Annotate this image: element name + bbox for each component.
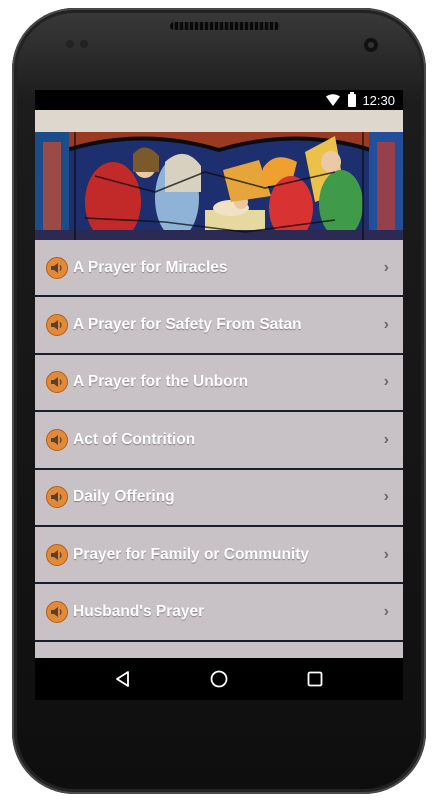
screen: 12:30 A Prayer for Miracles › A Prayer f… — [35, 90, 403, 700]
prayer-title: Prayer for Family or Community — [73, 545, 310, 563]
stained-glass-image — [35, 132, 403, 240]
list-item[interactable]: Act of Contrition › — [35, 412, 403, 470]
speaker-icon[interactable] — [46, 371, 68, 394]
prayer-title: A Prayer for the Unborn — [73, 373, 249, 391]
prayer-title: Act of Contrition — [73, 430, 196, 448]
list-item[interactable]: A Prayer for the Unborn › — [35, 354, 403, 413]
list-item[interactable]: A Prayer for Safety From Satan › — [35, 297, 403, 355]
speaker-icon[interactable] — [46, 543, 68, 566]
prayer-list: A Prayer for Miracles › A Prayer for Saf… — [35, 240, 403, 658]
list-item[interactable]: Husband's Prayer › — [35, 584, 403, 642]
speaker-icon[interactable] — [46, 486, 68, 509]
light-sensor — [80, 40, 88, 48]
prayer-title: A Prayer for Safety From Satan — [73, 316, 302, 334]
speaker-icon[interactable] — [46, 601, 68, 624]
list-item[interactable]: Daily Offering › — [35, 469, 403, 527]
speaker-icon[interactable] — [46, 256, 68, 279]
speaker-icon[interactable] — [46, 428, 68, 451]
speaker-icon[interactable] — [46, 314, 68, 337]
app-bar — [35, 110, 403, 132]
list-item[interactable] — [35, 641, 403, 658]
wifi-icon — [326, 94, 341, 106]
proximity-sensor — [66, 40, 74, 48]
battery-icon — [348, 91, 357, 107]
front-camera — [364, 38, 378, 52]
chevron-right-icon: › — [383, 603, 389, 621]
prayer-title: A Prayer for Miracles — [73, 258, 228, 276]
prayer-title: Husband's Prayer — [73, 603, 205, 621]
stained-glass-banner — [35, 132, 403, 240]
chevron-right-icon: › — [383, 316, 389, 334]
home-icon[interactable] — [201, 661, 237, 697]
list-item[interactable]: A Prayer for Miracles › — [35, 240, 403, 298]
chevron-right-icon: › — [383, 488, 389, 506]
status-bar: 12:30 — [35, 90, 403, 110]
chevron-right-icon: › — [383, 545, 389, 563]
chevron-right-icon: › — [383, 258, 389, 276]
earpiece-speaker — [170, 22, 280, 30]
recents-icon[interactable] — [297, 661, 333, 697]
prayer-title: Daily Offering — [73, 488, 175, 506]
list-item[interactable]: Prayer for Family or Community › — [35, 526, 403, 585]
navigation-bar — [35, 658, 403, 700]
status-time: 12:30 — [362, 92, 395, 108]
chevron-right-icon: › — [383, 430, 389, 448]
chevron-right-icon: › — [383, 373, 389, 391]
back-icon[interactable] — [105, 661, 141, 697]
